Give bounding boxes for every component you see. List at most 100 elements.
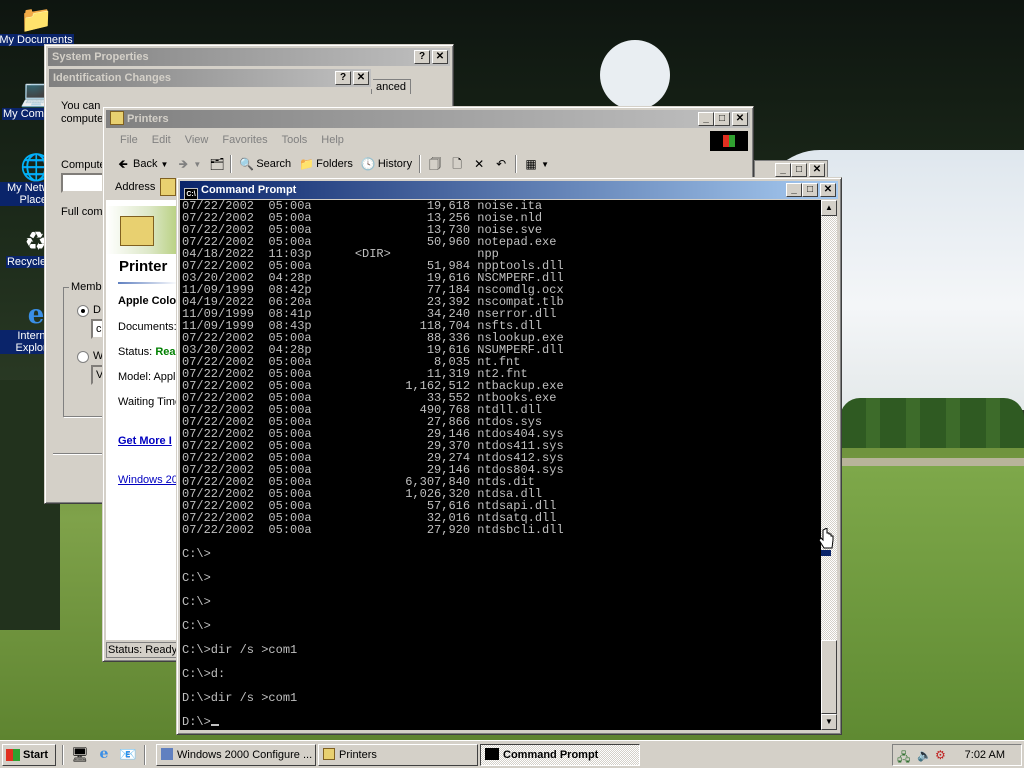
scroll-down-button[interactable]: ▼	[821, 714, 837, 730]
prompt-line: C:\>	[182, 571, 211, 585]
delete-icon: ✕	[474, 157, 485, 171]
dropdown-arrow-icon: ▼	[193, 159, 202, 169]
windows-logo-icon	[710, 131, 748, 151]
panel-rule	[118, 282, 178, 284]
tab-advanced[interactable]: anced	[371, 79, 411, 94]
address-label: Address	[115, 181, 156, 193]
network-tray-icon[interactable]: 🖧	[897, 748, 910, 768]
security-tray-icon[interactable]: ⚙	[935, 748, 946, 762]
console-output[interactable]: 07/22/2002 05:00a 19,618 noise.ita 07/22/…	[180, 200, 821, 730]
lawn	[840, 466, 1024, 740]
close-button[interactable]: ✕	[820, 183, 836, 197]
documents-label: Documents:	[118, 321, 177, 333]
maximize-button[interactable]: □	[802, 183, 818, 197]
prompt-line: C:\>	[182, 595, 211, 609]
close-button[interactable]: ✕	[732, 112, 748, 126]
minimize-button[interactable]: _	[786, 183, 802, 197]
close-button[interactable]: ✕	[809, 163, 825, 177]
identification-changes-titlebar[interactable]: Identification Changes ? ✕	[49, 69, 371, 87]
panel-title: Printer	[119, 258, 168, 275]
task-printers[interactable]: Printers	[318, 744, 478, 766]
desktop-icon-my-documents[interactable]: 📁 My Documents	[0, 4, 74, 46]
system-tray: 🖧 🔈 ⚙ 7:02 AM	[892, 744, 1022, 766]
menu-tools[interactable]: Tools	[282, 130, 308, 150]
internet-explorer-icon[interactable]: e	[94, 746, 114, 762]
menu-favorites[interactable]: Favorites	[222, 130, 267, 150]
model-label: Model: Apple	[118, 371, 182, 383]
menu-file[interactable]: File	[120, 130, 138, 150]
delete-button[interactable]: ✕	[468, 154, 490, 174]
garden-path	[840, 458, 1024, 466]
system-properties-titlebar[interactable]: System Properties ? ✕	[48, 48, 450, 66]
toolbar-separator	[230, 155, 233, 173]
prompt-line: C:\>	[182, 547, 211, 561]
close-button[interactable]: ✕	[432, 50, 448, 64]
console-vertical-scrollbar[interactable]: ▲ ▼	[821, 200, 837, 730]
get-more-info-link[interactable]: Get More I	[118, 435, 172, 447]
volume-tray-icon[interactable]: 🔈	[917, 748, 932, 762]
history-button[interactable]: 🕓 History	[357, 154, 416, 174]
up-folder-icon: 🗂	[209, 157, 225, 171]
views-icon: ▦	[525, 157, 537, 171]
taskbar: Start 🖥 e 📧 Windows 2000 Configure ... P…	[0, 740, 1024, 768]
status-line: Status: Rea	[118, 346, 176, 358]
forward-button[interactable]: 🡺 ▼	[172, 154, 205, 174]
back-button[interactable]: 🡸 Back ▼	[112, 154, 172, 174]
minimize-button[interactable]: _	[698, 112, 714, 126]
description-text-2: compute	[61, 113, 104, 125]
show-desktop-icon[interactable]: 🖥	[70, 746, 90, 763]
search-button[interactable]: 🔍 Search	[235, 154, 295, 174]
undo-icon: ↶	[496, 157, 507, 171]
console-icon: C:\	[184, 188, 198, 199]
folders-button[interactable]: 📁 Folders	[295, 154, 357, 174]
description-text: You can	[61, 100, 101, 112]
workgroup-radio[interactable]	[77, 351, 89, 363]
prompt-line: C:\>dir /s >com1	[182, 643, 298, 657]
toolbar-separator	[419, 155, 422, 173]
start-button[interactable]: Start	[2, 744, 56, 766]
folder-icon: 📁	[20, 4, 53, 34]
menu-help[interactable]: Help	[321, 130, 344, 150]
printers-titlebar[interactable]: Printers _ □ ✕	[106, 110, 750, 128]
command-prompt-titlebar[interactable]: C:\ Command Prompt _ □ ✕	[180, 181, 838, 199]
menu-view[interactable]: View	[185, 130, 209, 150]
folders-icon: 📁	[299, 157, 315, 171]
copy-to-icon: 🗋	[452, 157, 462, 171]
undo-button[interactable]: ↶	[490, 154, 512, 174]
task-command-prompt[interactable]: Command Prompt	[480, 744, 640, 766]
copy-to-button[interactable]: 🗋	[446, 154, 468, 174]
windows-2000-support-link[interactable]: Windows 20	[118, 474, 178, 486]
console-icon	[485, 748, 499, 760]
dir-listing-row: 07/22/2002 05:00a 27,920 ntdsbcli.dll	[182, 523, 564, 537]
scroll-thumb[interactable]	[821, 640, 837, 714]
task-windows-2000-configure[interactable]: Windows 2000 Configure ...	[156, 744, 316, 766]
views-button[interactable]: ▦ ▼	[520, 154, 553, 174]
prompt-line: D:\>dir /s >com1	[182, 691, 298, 705]
full-name-label: Full com	[61, 206, 103, 218]
move-to-button[interactable]: 🗍	[424, 154, 446, 174]
back-arrow-icon: 🡸	[118, 157, 128, 171]
identification-changes-window[interactable]: Identification Changes ? ✕	[47, 67, 373, 89]
member-of-label: Memb	[69, 281, 104, 293]
scroll-up-button[interactable]: ▲	[821, 200, 837, 216]
taskbar-separator	[144, 745, 146, 765]
minimize-button[interactable]: _	[775, 163, 791, 177]
maximize-button[interactable]: □	[714, 112, 730, 126]
up-folder-button[interactable]: 🗂	[205, 154, 227, 174]
help-button[interactable]: ?	[414, 50, 430, 64]
close-button[interactable]: ✕	[353, 71, 369, 85]
waiting-time-label: Waiting Time	[118, 396, 182, 408]
outlook-express-icon[interactable]: 📧	[118, 746, 138, 763]
taskbar-separator	[62, 745, 64, 765]
prompt-line: C:\>d:	[182, 667, 226, 681]
help-button[interactable]: ?	[335, 71, 351, 85]
configure-app-icon	[161, 748, 173, 760]
domain-radio[interactable]	[77, 305, 89, 317]
maximize-button[interactable]: □	[791, 163, 807, 177]
menu-edit[interactable]: Edit	[152, 130, 171, 150]
clock[interactable]: 7:02 AM	[965, 749, 1005, 761]
